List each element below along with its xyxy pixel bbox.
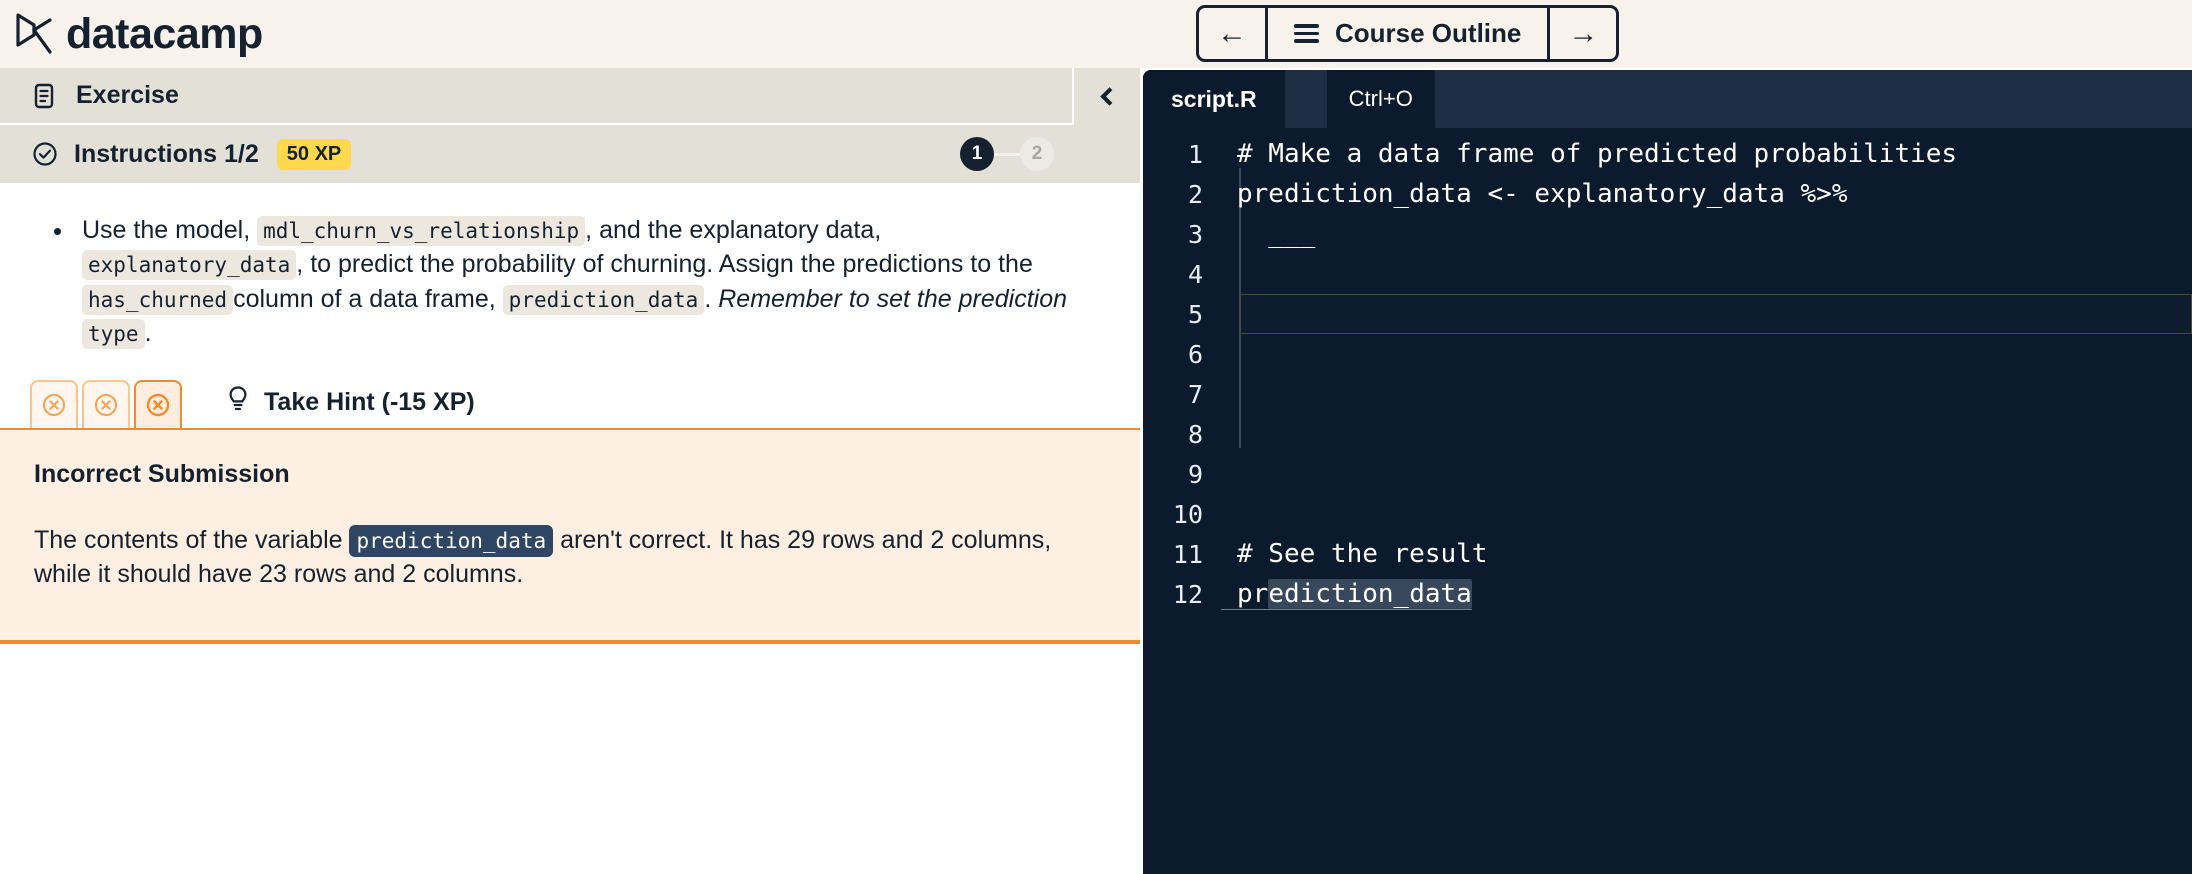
- brand-logo[interactable]: datacamp: [14, 11, 263, 57]
- line-number: 5: [1143, 300, 1221, 329]
- line-number: 3: [1143, 220, 1221, 249]
- code-chip-explanatory-data: explanatory_data: [82, 250, 296, 280]
- code-line-2[interactable]: 2 prediction_data <- explanatory_data %>…: [1143, 174, 2192, 214]
- editor-tab-bar: script.R Ctrl+O: [1143, 70, 2192, 128]
- exercise-title: Exercise: [76, 81, 179, 110]
- take-hint-label: Take Hint (-15 XP): [264, 388, 475, 417]
- task-seg-4: column of a data frame,: [233, 285, 496, 313]
- code-chip-model: mdl_churn_vs_relationship: [257, 216, 585, 246]
- arrow-left-icon: ←: [1217, 19, 1247, 49]
- feedback-code-chip: prediction_data: [349, 525, 553, 557]
- next-exercise-button[interactable]: →: [1550, 8, 1616, 59]
- line-content: # See the result: [1221, 539, 2192, 569]
- top-bar: datacamp ← Course Outline →: [0, 0, 2192, 68]
- feedback-text: The contents of the variable prediction_…: [34, 523, 1106, 592]
- line-number: 4: [1143, 260, 1221, 289]
- code-line-8[interactable]: 8: [1143, 414, 2192, 454]
- line-content: # Make a data frame of predicted probabi…: [1221, 139, 2192, 169]
- line-number: 8: [1143, 420, 1221, 449]
- code-line-1[interactable]: 1 # Make a data frame of predicted proba…: [1143, 134, 2192, 174]
- exercise-panel: Exercise Instructions 1/2 50 XP 1 2 Use …: [0, 68, 1140, 874]
- previous-exercise-button[interactable]: ←: [1199, 8, 1265, 59]
- line-number: 11: [1143, 540, 1221, 569]
- code-selection: ediction_data: [1268, 579, 1472, 609]
- step-dot-1[interactable]: 1: [960, 137, 994, 171]
- list-item: Use the model, mdl_churn_vs_relationship…: [74, 213, 1104, 350]
- step-connector: [994, 153, 1020, 156]
- chevron-left-icon: [1100, 87, 1118, 105]
- hint-tab-2[interactable]: [82, 380, 130, 428]
- line-number: 12: [1143, 580, 1221, 609]
- brand-name: datacamp: [66, 13, 263, 56]
- code-line-3[interactable]: 3 ___: [1143, 214, 2192, 254]
- hints-row: Take Hint (-15 XP): [0, 374, 1140, 430]
- tab-gap: [1285, 70, 1327, 128]
- hamburger-icon: [1294, 24, 1319, 43]
- code-line-7[interactable]: 7: [1143, 374, 2192, 414]
- code-chip-has-churned: has_churned: [82, 285, 233, 315]
- line-number: 7: [1143, 380, 1221, 409]
- tab-bar-filler: [1435, 70, 2192, 128]
- line-number: 2: [1143, 180, 1221, 209]
- code-area[interactable]: 1 # Make a data frame of predicted proba…: [1143, 128, 2192, 874]
- take-hint-button[interactable]: Take Hint (-15 XP): [226, 385, 475, 420]
- hint-tab-1[interactable]: [30, 380, 78, 428]
- line-number: 1: [1143, 140, 1221, 169]
- instruction-body: Use the model, mdl_churn_vs_relationship…: [0, 183, 1140, 358]
- exercise-header: Exercise: [0, 68, 1140, 125]
- code-line-10[interactable]: 10: [1143, 494, 2192, 534]
- step-dot-2[interactable]: 2: [1020, 137, 1054, 171]
- task-seg-5: .: [704, 285, 711, 313]
- task-seg-2: , and the explanatory data,: [585, 216, 881, 244]
- datacamp-logo-icon: [14, 11, 56, 57]
- check-circle-icon: [32, 141, 58, 167]
- shortcut-tooltip: Ctrl+O: [1327, 70, 1435, 128]
- x-circle-icon: [41, 392, 67, 418]
- course-nav-group: ← Course Outline →: [1196, 5, 1619, 62]
- x-circle-icon: [145, 392, 171, 418]
- step-indicator: 1 2: [960, 137, 1054, 171]
- task-seg-1: Use the model,: [82, 216, 250, 244]
- line-content: ___: [1221, 219, 2192, 249]
- line-number: 9: [1143, 460, 1221, 489]
- task-seg-6: .: [145, 319, 152, 347]
- code-chip-prediction-data: prediction_data: [503, 285, 705, 315]
- instructions-bar: Instructions 1/2 50 XP 1 2: [0, 125, 1140, 183]
- xp-badge: 50 XP: [277, 139, 351, 170]
- code-line-9[interactable]: 9: [1143, 454, 2192, 494]
- code-line-4[interactable]: 4: [1143, 254, 2192, 294]
- feedback-block: Incorrect Submission The contents of the…: [0, 430, 1140, 644]
- exercise-doc-icon: [32, 83, 56, 109]
- lightbulb-icon: [226, 385, 250, 420]
- line-number: 10: [1143, 500, 1221, 529]
- editor-tab-script-r[interactable]: script.R: [1143, 70, 1285, 128]
- line-content: prediction_data <- explanatory_data %>%: [1221, 179, 2192, 209]
- course-outline-label: Course Outline: [1335, 18, 1521, 49]
- arrow-right-icon: →: [1568, 19, 1598, 49]
- task-seg-3: , to predict the probability of churning…: [296, 250, 1033, 278]
- x-circle-icon: [93, 392, 119, 418]
- collapse-panel-button[interactable]: [1072, 68, 1140, 125]
- code-line-12[interactable]: 12 prediction_data: [1143, 574, 2192, 614]
- instruction-list: Use the model, mdl_churn_vs_relationship…: [36, 213, 1104, 350]
- instructions-label: Instructions 1/2: [74, 140, 259, 169]
- hint-tab-3[interactable]: [134, 380, 182, 428]
- line-number: 6: [1143, 340, 1221, 369]
- code-line-5[interactable]: 5: [1143, 294, 2192, 334]
- code-line-11[interactable]: 11 # See the result: [1143, 534, 2192, 574]
- feedback-title: Incorrect Submission: [34, 460, 1106, 489]
- task-italic-note: Remember to set the prediction: [718, 285, 1067, 313]
- feedback-text-before: The contents of the variable: [34, 526, 343, 554]
- code-editor-panel: script.R Ctrl+O 1 # Make a data frame of…: [1143, 70, 2192, 874]
- line-content: prediction_data: [1221, 579, 1472, 610]
- course-outline-button[interactable]: Course Outline: [1265, 8, 1550, 59]
- code-chip-type: type: [82, 319, 145, 349]
- code-line-6[interactable]: 6: [1143, 334, 2192, 374]
